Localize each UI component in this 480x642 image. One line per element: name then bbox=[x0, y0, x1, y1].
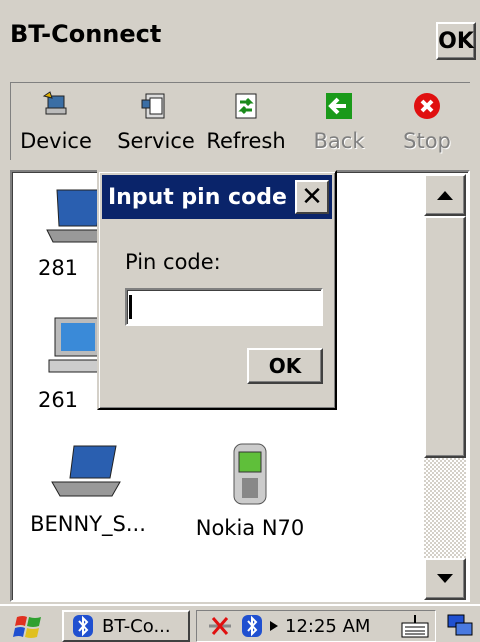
task-button-bt-connect[interactable]: BT-Co... bbox=[62, 610, 190, 642]
back-arrow-icon bbox=[322, 89, 356, 123]
device-icon bbox=[39, 89, 73, 123]
stop-icon bbox=[410, 89, 444, 123]
refresh-label: Refresh bbox=[206, 129, 286, 153]
network-disconnected-icon[interactable] bbox=[207, 614, 233, 638]
pin-code-label: Pin code: bbox=[125, 250, 221, 274]
service-button[interactable]: Service bbox=[111, 83, 201, 159]
pin-code-input[interactable] bbox=[125, 288, 323, 326]
device-label-benny: BENNY_S... bbox=[30, 512, 146, 536]
service-label: Service bbox=[117, 129, 195, 153]
text-caret bbox=[129, 295, 132, 319]
device-button[interactable]: Device bbox=[11, 83, 101, 159]
scroll-track[interactable] bbox=[424, 458, 466, 558]
back-button[interactable]: Back bbox=[301, 83, 377, 159]
phone-icon bbox=[230, 442, 270, 510]
dialog-ok-button[interactable]: OK bbox=[247, 348, 323, 384]
keyboard-icon[interactable] bbox=[398, 612, 432, 640]
dialog-title-bar: Input pin code ✕ bbox=[102, 175, 332, 219]
desktop-icon[interactable] bbox=[444, 612, 476, 640]
vertical-scrollbar[interactable] bbox=[424, 174, 466, 600]
start-button[interactable] bbox=[4, 612, 52, 642]
service-icon bbox=[139, 89, 173, 123]
device-label-nokia: Nokia N70 bbox=[195, 516, 305, 540]
stop-button[interactable]: Stop bbox=[389, 83, 465, 159]
laptop-icon bbox=[48, 442, 128, 506]
title-bar: BT-Connect OK bbox=[0, 0, 480, 64]
toolbar: Device Service Refresh Back Stop bbox=[10, 82, 470, 160]
scroll-thumb[interactable] bbox=[424, 216, 466, 458]
refresh-icon bbox=[229, 89, 263, 123]
device-label-281: 281 bbox=[37, 256, 79, 280]
arrow-up-icon bbox=[437, 191, 453, 200]
bluetooth-icon[interactable] bbox=[241, 614, 263, 638]
bluetooth-icon bbox=[73, 615, 93, 637]
pin-code-dialog: Input pin code ✕ Pin code: OK bbox=[97, 170, 337, 410]
device-label-261: 261 bbox=[37, 388, 79, 412]
stop-label: Stop bbox=[403, 129, 451, 153]
task-button-label: BT-Co... bbox=[102, 615, 171, 637]
list-item-nokia[interactable]: Nokia N70 bbox=[180, 442, 320, 540]
dialog-title: Input pin code bbox=[108, 185, 287, 210]
clock[interactable]: 12:25 AM bbox=[285, 616, 370, 637]
back-label: Back bbox=[313, 129, 365, 153]
scroll-down-button[interactable] bbox=[424, 558, 466, 600]
arrow-down-icon bbox=[437, 574, 453, 583]
device-label: Device bbox=[20, 129, 92, 153]
windows-flag-icon bbox=[13, 616, 41, 638]
list-item-benny[interactable]: BENNY_S... bbox=[18, 442, 158, 536]
ok-button[interactable]: OK bbox=[436, 22, 476, 60]
tray-arrow-icon[interactable] bbox=[269, 620, 279, 632]
refresh-button[interactable]: Refresh bbox=[201, 83, 291, 159]
taskbar: BT-Co... 12:25 AM bbox=[0, 604, 480, 642]
app-title: BT-Connect bbox=[10, 20, 162, 48]
scroll-up-button[interactable] bbox=[424, 174, 466, 216]
close-icon[interactable]: ✕ bbox=[295, 180, 329, 214]
